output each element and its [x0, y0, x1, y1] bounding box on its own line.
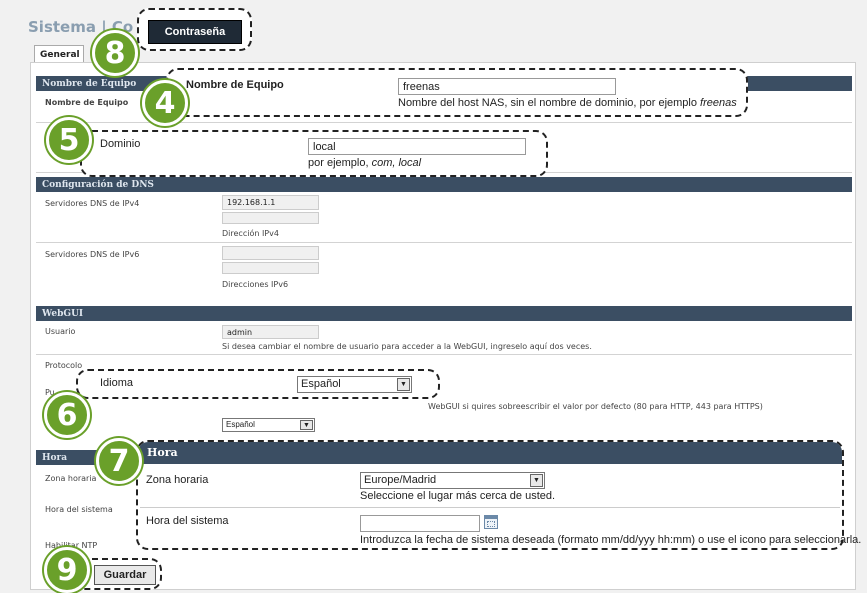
calendar-icon-top: [485, 516, 497, 519]
domain-help-text: por ejemplo,: [308, 157, 372, 169]
timezone-label: Zona horaria: [146, 474, 209, 486]
badge-6: 6: [44, 392, 90, 438]
hostname-label: Nombre de Equipo: [186, 79, 284, 91]
dns-ipv6-label: Servidores DNS de IPv6: [45, 250, 140, 259]
language-label: Idioma: [100, 377, 134, 389]
hostname-help: Nombre del host NAS, sin el nombre de do…: [398, 97, 737, 109]
dns-ipv4-label: Servidores DNS de IPv4: [45, 199, 140, 208]
dns-ipv4-input[interactable]: 192.168.1.1: [222, 195, 319, 210]
dns-ipv4-hint: Dirección IPv4: [222, 229, 279, 238]
dns-section-bar: Configuración de DNS: [36, 177, 852, 192]
timezone-help: Seleccione el lugar más cerca de usted.: [360, 490, 556, 502]
dns-ipv6-input-2[interactable]: [222, 262, 319, 274]
time-callout-header: [138, 442, 842, 464]
systime-input[interactable]: [360, 515, 480, 532]
hostname-help-text: Nombre del host NAS, sin el nombre de do…: [398, 97, 701, 109]
time-systime-bg-label: Hora del sistema: [45, 505, 113, 514]
language-select-value: Español: [301, 378, 341, 390]
webgui-protocol-label: Protocolo: [45, 361, 83, 370]
timezone-select-value: Europe/Madrid: [364, 474, 437, 486]
calendar-icon-grid: [487, 521, 495, 527]
save-button[interactable]: Guardar: [94, 565, 156, 585]
webgui-user-hint: Si desea cambiar el nombre de usuario pa…: [222, 342, 592, 351]
dns-ipv6-hint: Direcciones IPv6: [222, 280, 289, 289]
tab-password[interactable]: Contraseña: [148, 20, 242, 44]
domain-help-example: com, local: [371, 157, 422, 169]
webgui-user-input[interactable]: admin: [222, 325, 319, 339]
badge-8: 8: [92, 30, 138, 76]
webgui-language-select[interactable]: Español ▼: [222, 418, 315, 432]
row-divider: [36, 354, 852, 355]
systime-label: Hora del sistema: [146, 515, 229, 527]
badge-9: 9: [44, 547, 90, 593]
systime-help: Introduzca la fecha de sistema deseada (…: [360, 534, 862, 546]
time-tz-bg-label: Zona horaria: [45, 474, 97, 483]
domain-help: por ejemplo, com, local: [308, 157, 421, 169]
badge-7: 7: [96, 438, 142, 484]
webgui-user-label: Usuario: [45, 327, 76, 336]
row-divider: [36, 242, 852, 243]
badge-4: 4: [142, 80, 188, 126]
domain-input[interactable]: local: [308, 138, 526, 155]
time-callout-divider: [140, 507, 840, 508]
webgui-language-value: Español: [226, 420, 255, 429]
hostname-help-example: freenas: [700, 97, 737, 109]
language-select[interactable]: Español ▼: [297, 376, 412, 393]
hostname-bg-label: Nombre de Equipo: [45, 98, 129, 107]
timezone-select[interactable]: Europe/Madrid ▼: [360, 472, 545, 489]
webgui-section-bar: WebGUI: [36, 306, 852, 321]
chevron-down-icon: ▼: [300, 420, 313, 430]
dns-ipv6-input[interactable]: [222, 246, 319, 260]
badge-5: 5: [46, 117, 92, 163]
time-callout-title: Hora: [147, 446, 178, 459]
chevron-down-icon: ▼: [397, 378, 410, 391]
webgui-port-hint: WebGUI si quires sobreescribir el valor …: [428, 402, 763, 411]
hostname-input[interactable]: freenas: [398, 78, 616, 95]
calendar-icon[interactable]: [484, 515, 498, 529]
tab-general[interactable]: General: [34, 45, 84, 63]
domain-label: Dominio: [100, 138, 141, 150]
chevron-down-icon: ▼: [530, 474, 543, 487]
dns-ipv4-input-2[interactable]: [222, 212, 319, 224]
